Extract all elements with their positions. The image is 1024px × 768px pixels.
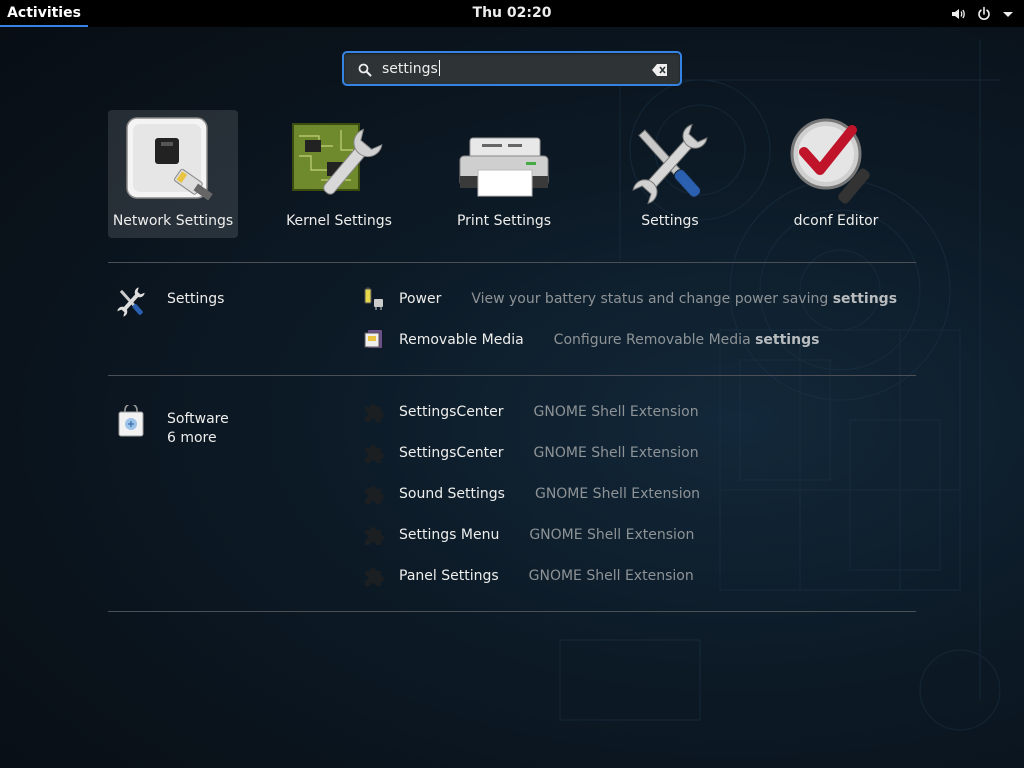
result-description: GNOME Shell Extension — [533, 445, 699, 461]
separator — [108, 611, 916, 612]
dconf-editor-icon — [788, 116, 884, 212]
result-title: Panel Settings — [399, 568, 499, 584]
app-result-settings[interactable]: Settings — [605, 110, 735, 238]
software-bag-icon — [114, 403, 148, 439]
provider-more-count[interactable]: 6 more — [167, 430, 217, 446]
result-description: GNOME Shell Extension — [529, 527, 695, 543]
result-title: Removable Media — [399, 332, 524, 348]
app-label: Print Settings — [456, 213, 552, 229]
search-input[interactable]: settings — [382, 59, 642, 79]
clock-button[interactable]: Thu 02:20 — [462, 0, 562, 27]
result-title: SettingsCenter — [399, 445, 504, 461]
network-settings-icon — [125, 116, 221, 212]
result-description: View your battery status and change powe… — [471, 291, 898, 307]
result-extension[interactable]: Panel Settings GNOME Shell Extension — [360, 561, 694, 591]
search-entry[interactable]: settings — [342, 51, 682, 86]
result-title: Sound Settings — [399, 486, 505, 502]
result-title: Settings Menu — [399, 527, 500, 543]
system-tray[interactable] — [950, 0, 1014, 27]
dropdown-arrow-icon[interactable] — [1002, 8, 1014, 20]
app-result-dconf-editor[interactable]: dconf Editor — [771, 110, 901, 238]
app-label: Kernel Settings — [286, 213, 392, 229]
kernel-settings-icon — [291, 116, 387, 212]
settings-tools-icon — [622, 116, 718, 212]
separator — [108, 375, 916, 376]
result-removable-media[interactable]: Removable Media Configure Removable Medi… — [360, 325, 819, 355]
result-description: Configure Removable Media settings — [553, 332, 820, 348]
removable-media-icon — [360, 328, 388, 352]
power-battery-icon — [360, 287, 388, 311]
result-title: SettingsCenter — [399, 404, 504, 420]
puzzle-piece-icon — [360, 441, 388, 465]
separator — [108, 262, 916, 263]
app-label: dconf Editor — [793, 213, 879, 229]
puzzle-piece-icon — [360, 564, 388, 588]
result-power[interactable]: Power View your battery status and chang… — [360, 284, 897, 314]
provider-software[interactable]: Software 6 more — [108, 403, 338, 446]
app-result-network-settings[interactable]: Network Settings — [108, 110, 238, 238]
puzzle-piece-icon — [360, 523, 388, 547]
result-extension[interactable]: SettingsCenter GNOME Shell Extension — [360, 397, 699, 427]
power-icon[interactable] — [976, 6, 992, 22]
puzzle-piece-icon — [360, 482, 388, 506]
clear-text-icon[interactable] — [652, 62, 668, 81]
provider-name: Software — [167, 411, 229, 427]
app-result-kernel-settings[interactable]: Kernel Settings — [274, 110, 404, 238]
printer-icon — [456, 116, 552, 212]
puzzle-piece-icon — [360, 400, 388, 424]
result-description: GNOME Shell Extension — [533, 404, 699, 420]
activities-button[interactable]: Activities — [0, 0, 88, 27]
app-result-print-settings[interactable]: Print Settings — [439, 110, 569, 238]
result-extension[interactable]: SettingsCenter GNOME Shell Extension — [360, 438, 699, 468]
result-extension[interactable]: Sound Settings GNOME Shell Extension — [360, 479, 700, 509]
search-icon — [358, 62, 372, 81]
provider-name: Settings — [167, 291, 225, 307]
result-description: GNOME Shell Extension — [534, 486, 701, 502]
app-label: Settings — [641, 213, 699, 229]
app-label: Network Settings — [112, 213, 234, 229]
result-description: GNOME Shell Extension — [528, 568, 694, 584]
volume-icon[interactable] — [950, 6, 966, 22]
result-title: Power — [399, 291, 442, 307]
provider-settings[interactable]: Settings — [108, 285, 338, 325]
top-bar: Activities Thu 02:20 — [0, 0, 1024, 27]
result-extension[interactable]: Settings Menu GNOME Shell Extension — [360, 520, 694, 550]
settings-tools-icon — [114, 285, 148, 319]
